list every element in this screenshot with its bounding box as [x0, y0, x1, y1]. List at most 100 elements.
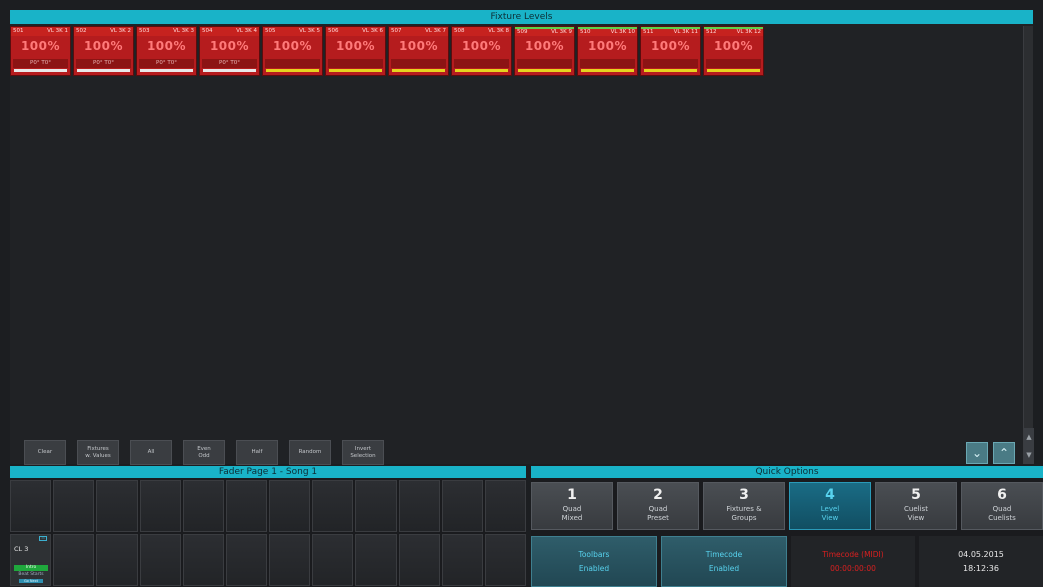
even-odd-button[interactable]: Even Odd	[183, 440, 225, 465]
fixture-level: 100%	[209, 39, 250, 53]
fixture-tile[interactable]: 512 VL 3K 12 100%	[703, 26, 764, 76]
fader-slot[interactable]	[398, 534, 440, 586]
fixture-tile[interactable]: 502 VL 3K 2 100% P0° T0°	[73, 26, 134, 76]
fixture-name: VL 3K 1	[47, 28, 68, 34]
fader-slot[interactable]	[441, 480, 483, 532]
go-next-button[interactable]: Go Next	[19, 579, 43, 583]
fixture-id: 510	[580, 29, 591, 35]
quick-option-1-button[interactable]: 1 Quad Mixed	[531, 482, 613, 530]
fader-slot[interactable]	[53, 480, 95, 532]
fixture-tile[interactable]: 510 VL 3K 10 100%	[577, 26, 638, 76]
fixture-name: VL 3K 10	[610, 29, 635, 35]
fader-page-panel: Fader Page 1 - Song 1 ▭ CL 3 Intro Beat Sta…	[10, 466, 526, 587]
fixture-tile[interactable]: 505 VL 3K 5 100%	[262, 26, 323, 76]
fader-slot[interactable]	[312, 534, 354, 586]
double-chevron-down-icon[interactable]: ⌄	[966, 442, 988, 464]
fixture-tile[interactable]: 503 VL 3K 3 100% P0° T0°	[136, 26, 197, 76]
scroll-up-icon[interactable]: ▲	[1024, 428, 1034, 446]
toolbars-state: Enabled	[578, 563, 610, 573]
quick-option-4-button[interactable]: 4 Level View	[789, 482, 871, 530]
quick-option-6-button[interactable]: 6 Quad Cuelists	[961, 482, 1043, 530]
fader-slot[interactable]	[398, 480, 440, 532]
fixture-position: P0° T0°	[13, 59, 68, 68]
toolbars-toggle-button[interactable]: Toolbars Enabled	[531, 536, 657, 587]
fixture-header: 508 VL 3K 8	[452, 27, 511, 36]
fader-slot[interactable]	[484, 534, 526, 586]
fixture-level: 100%	[461, 39, 502, 53]
fixture-color-bar	[644, 69, 697, 72]
fader-slot[interactable]	[225, 480, 267, 532]
cue-intro-tag: Intro	[14, 565, 48, 571]
all-button[interactable]: All	[130, 440, 172, 465]
fader-slot[interactable]	[53, 534, 95, 586]
fixture-header: 506 VL 3K 6	[326, 27, 385, 36]
quick-option-label: Quad Cuelists	[988, 505, 1016, 522]
fader-slot[interactable]	[182, 534, 224, 586]
fixture-level: 100%	[650, 39, 691, 53]
fader-slot[interactable]	[139, 534, 181, 586]
timecode-toggle-button[interactable]: Timecode Enabled	[661, 536, 787, 587]
quick-option-label: Cuelist View	[904, 505, 928, 522]
fixture-tile[interactable]: 507 VL 3K 7 100%	[388, 26, 449, 76]
half-button[interactable]: Half	[236, 440, 278, 465]
fixture-header: 503 VL 3K 3	[137, 27, 196, 36]
quick-option-number: 5	[911, 487, 921, 503]
fader-slot[interactable]	[312, 480, 354, 532]
cue-next-tag: Beat Starts	[18, 572, 44, 577]
fixture-tile[interactable]: 506 VL 3K 6 100%	[325, 26, 386, 76]
fixture-level: 100%	[398, 39, 439, 53]
fader-slot[interactable]	[355, 534, 397, 586]
scroll-down-icon[interactable]: ▼	[1024, 446, 1034, 464]
fader-slot[interactable]	[484, 480, 526, 532]
double-chevron-up-icon[interactable]: ⌃	[993, 442, 1015, 464]
fader-slot[interactable]	[269, 534, 311, 586]
fixture-tile[interactable]: 511 VL 3K 11 100%	[640, 26, 701, 76]
fader-slot[interactable]	[10, 480, 52, 532]
fader-slot[interactable]	[269, 480, 311, 532]
cuelist-fader-cl3[interactable]: ▭ CL 3 Intro Beat Starts Go Next	[10, 534, 52, 586]
quick-option-5-button[interactable]: 5 Cuelist View	[875, 482, 957, 530]
fixture-id: 506	[328, 28, 339, 34]
fixture-color-bar	[329, 69, 382, 72]
fixture-name: VL 3K 7	[425, 28, 446, 34]
fixture-id: 501	[13, 28, 24, 34]
quick-option-2-button[interactable]: 2 Quad Preset	[617, 482, 699, 530]
invert-selection-button[interactable]: Invert Selection	[342, 440, 384, 465]
fixture-color-bar	[581, 69, 634, 72]
fixture-header: 504 VL 3K 4	[200, 27, 259, 36]
vertical-scrollbar[interactable]: ▲ ▼	[1023, 26, 1034, 464]
fader-slot[interactable]	[96, 534, 138, 586]
quick-option-label: Level View	[820, 505, 840, 522]
app-root: Fixture Levels 501 VL 3K 1 100% P0° T0° 502 V…	[0, 0, 1043, 587]
fixture-levels-panel: Fixture Levels 501 VL 3K 1 100% P0° T0° 502 V…	[10, 10, 1034, 465]
fader-slot[interactable]	[139, 480, 181, 532]
clear-button[interactable]: Clear	[24, 440, 66, 465]
fixture-header: 505 VL 3K 5	[263, 27, 322, 36]
fixture-position	[517, 59, 572, 68]
fixture-id: 505	[265, 28, 276, 34]
fixture-tile[interactable]: 504 VL 3K 4 100% P0° T0°	[199, 26, 260, 76]
fixture-header: 509 VL 3K 9	[515, 27, 574, 36]
fixture-tile[interactable]: 501 VL 3K 1 100% P0° T0°	[10, 26, 71, 76]
fixture-color-bar	[518, 69, 571, 72]
fixture-tile[interactable]: 509 VL 3K 9 100%	[514, 26, 575, 76]
fixture-tile[interactable]: 508 VL 3K 8 100%	[451, 26, 512, 76]
cuelist-label: CL 3	[14, 545, 29, 553]
quick-option-label: Fixtures & Groups	[726, 505, 762, 522]
fader-slot[interactable]	[96, 480, 138, 532]
quick-option-3-button[interactable]: 3 Fixtures & Groups	[703, 482, 785, 530]
quick-option-label: Quad Mixed	[561, 505, 583, 522]
fader-slot[interactable]	[182, 480, 224, 532]
fader-slot[interactable]	[355, 480, 397, 532]
fixture-id: 511	[643, 29, 654, 35]
fixture-color-bar	[140, 69, 193, 72]
fader-slot[interactable]	[225, 534, 267, 586]
selection-toolbar: Clear Fixtures w. Values All Even Odd Ha…	[24, 440, 384, 465]
fixture-header: 501 VL 3K 1	[11, 27, 70, 36]
fixture-level: 100%	[83, 39, 124, 53]
fader-slot[interactable]	[441, 534, 483, 586]
fixture-position	[265, 59, 320, 68]
fixture-area: 501 VL 3K 1 100% P0° T0° 502 VL 3K 2 100% P0° T…	[10, 26, 1023, 434]
fixtures-with-values-button[interactable]: Fixtures w. Values	[77, 440, 119, 465]
random-button[interactable]: Random	[289, 440, 331, 465]
